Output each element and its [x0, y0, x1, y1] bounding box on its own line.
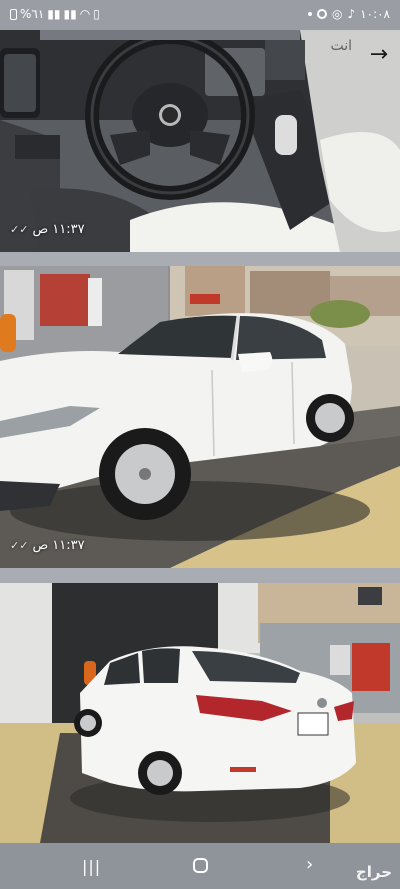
time-label: ١١:٣٧ ص	[32, 222, 85, 237]
screen: %٦١ ▮▮ ▮▮ ◠ ▯ ◎ ♪ ١٠:٠٨ انت → ١١:٣٧ ص ✓✓…	[0, 0, 400, 889]
back-arrow-icon[interactable]: →	[370, 42, 388, 67]
car-rear-image	[0, 583, 400, 843]
read-receipt-icon: ✓✓	[10, 223, 29, 236]
chat-photo-interior[interactable]: انت → ١١:٣٧ ص ✓✓	[0, 30, 400, 252]
car-side-image	[0, 266, 400, 568]
chat-photo-rear[interactable]	[0, 583, 400, 843]
home-icon[interactable]	[193, 858, 208, 873]
wifi-icon: ◠	[79, 7, 91, 21]
message-timestamp-2: ١١:٣٧ ص ✓✓	[10, 538, 85, 553]
haraj-watermark: حراج	[355, 863, 392, 881]
tiktok-icon: ♪	[347, 7, 356, 21]
status-time: ١٠:٠٨	[360, 7, 390, 21]
battery-icon	[10, 8, 17, 20]
time-label-2: ١١:٣٧ ص	[32, 538, 85, 553]
whatsapp-icon: ◎	[332, 7, 343, 21]
system-nav-bar: ||| › حراج	[0, 843, 400, 889]
nav-back-icon[interactable]: ›	[306, 854, 313, 875]
battery-percent: %٦١	[20, 7, 45, 21]
header-partial-title: انت	[330, 38, 352, 54]
recents-icon[interactable]: |||	[82, 857, 101, 876]
circle-icon	[317, 9, 328, 19]
interior-image	[0, 30, 400, 252]
mobile-data-icon: ▯	[93, 7, 100, 21]
status-left-group: %٦١ ▮▮ ▮▮ ◠ ▯	[10, 7, 100, 21]
status-bar: %٦١ ▮▮ ▮▮ ◠ ▯ ◎ ♪ ١٠:٠٨	[0, 0, 400, 30]
message-timestamp: ١١:٣٧ ص ✓✓	[10, 222, 85, 237]
signal-icon: ▮▮	[47, 7, 61, 21]
dot-icon	[308, 12, 313, 16]
chat-photo-side[interactable]: ١١:٣٧ ص ✓✓	[0, 266, 400, 568]
status-right-group: ◎ ♪ ١٠:٠٨	[308, 7, 390, 21]
read-receipt-icon-2: ✓✓	[10, 539, 29, 552]
signal-icon-2: ▮▮	[63, 7, 77, 21]
